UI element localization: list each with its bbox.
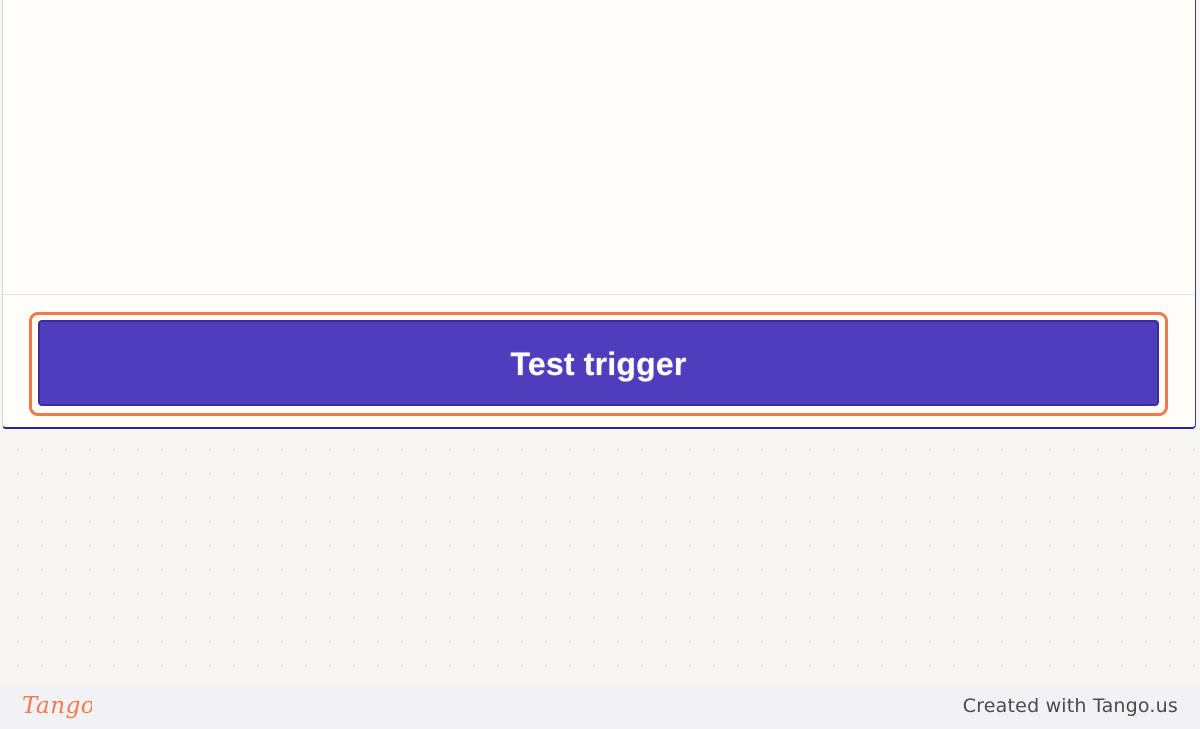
panel-content-area: [3, 0, 1195, 294]
tango-logo-text: Tango: [22, 693, 92, 719]
tango-logo-icon: Tango: [22, 693, 92, 719]
tango-footer: Tango Created with Tango.us: [0, 684, 1200, 729]
footer-credit-text: Created with Tango.us: [962, 695, 1178, 717]
panel-divider: [3, 294, 1195, 295]
test-trigger-button[interactable]: Test trigger: [38, 320, 1159, 406]
